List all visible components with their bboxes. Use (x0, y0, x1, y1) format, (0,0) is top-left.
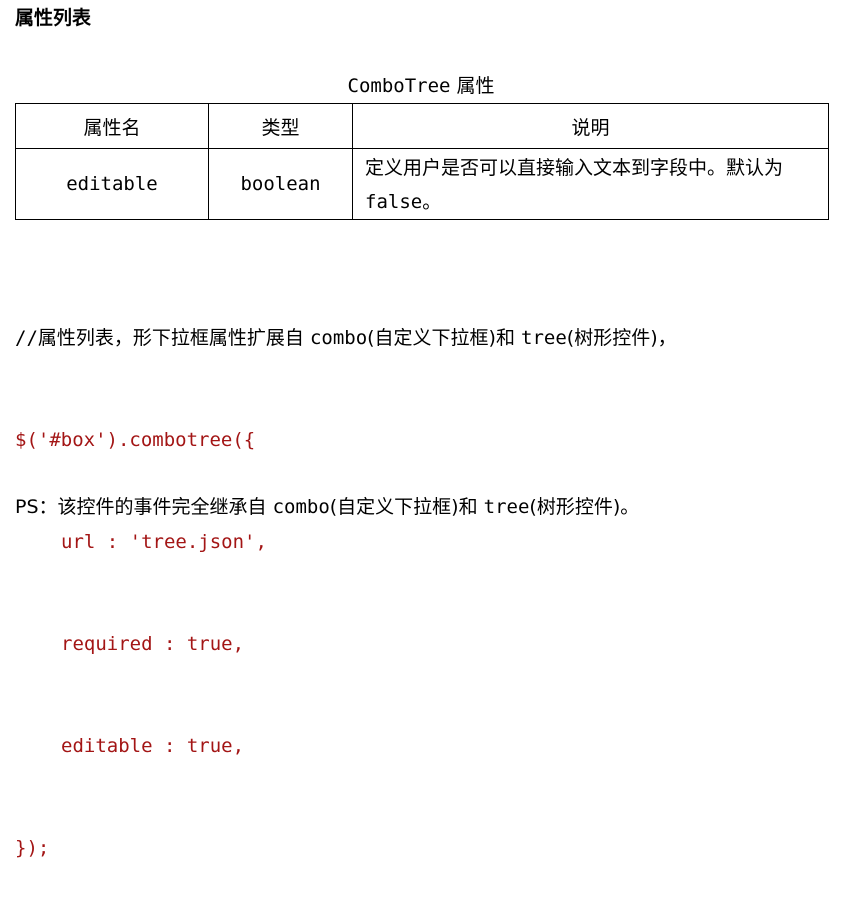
code-line-url: url : 'tree.json', (61, 531, 267, 553)
table-row: editable boolean 定义用户是否可以直接输入文本到字段中。默认为 … (15, 148, 829, 220)
header-description: 说明 (352, 103, 829, 149)
code-block: //属性列表，形下拉框属性扩展自 combo(自定义下拉框)和 tree(树形控… (15, 253, 677, 899)
cell-type: boolean (208, 148, 353, 220)
comment-text-2: (自定义下拉框)和 (367, 327, 522, 349)
code-line-close: }); (15, 837, 50, 859)
cell-description: 定义用户是否可以直接输入文本到字段中。默认为 false。 (352, 148, 829, 220)
code-line-selector: $('#box').combotree({ (15, 429, 256, 451)
desc-end: 。 (422, 191, 442, 213)
table-caption: ComboTree 属性 (15, 72, 827, 100)
ps-suffix: (树形控件)。 (529, 496, 640, 518)
ps-mid: (自定义下拉框)和 (329, 496, 484, 518)
section-title: 属性列表 (15, 7, 92, 29)
ps-note: PS：该控件的事件完全继承自 combo(自定义下拉框)和 tree(树形控件)… (15, 490, 639, 524)
table-caption-suffix: 属性 (450, 75, 495, 97)
desc-text: 定义用户是否可以直接输入文本到字段中。默认为 (365, 157, 784, 179)
code-comment-line: //属性列表，形下拉框属性扩展自 combo(自定义下拉框)和 tree(树形控… (15, 321, 677, 355)
ps-combo: combo (272, 496, 330, 518)
comment-tree: tree (521, 327, 567, 349)
table-caption-prefix: ComboTree (347, 75, 451, 97)
header-type: 类型 (208, 103, 353, 149)
header-property-name: 属性名 (15, 103, 209, 149)
comment-text-3: (树形控件)， (566, 327, 677, 349)
code-line-editable: editable : true, (61, 735, 245, 757)
comment-slashes: // (15, 327, 38, 349)
table-header-row: 属性名 类型 说明 (15, 103, 829, 149)
code-line-required: required : true, (61, 633, 245, 655)
ps-tree: tree (483, 496, 530, 518)
comment-text-1: 属性列表，形下拉框属性扩展自 (37, 327, 310, 349)
desc-code: false (365, 191, 423, 213)
ps-prefix: PS：该控件的事件完全继承自 (15, 496, 273, 518)
comment-combo: combo (309, 327, 368, 349)
properties-table: 属性名 类型 说明 editable boolean 定义用户是否可以直接输入文… (15, 103, 829, 220)
cell-property-name: editable (15, 148, 209, 220)
